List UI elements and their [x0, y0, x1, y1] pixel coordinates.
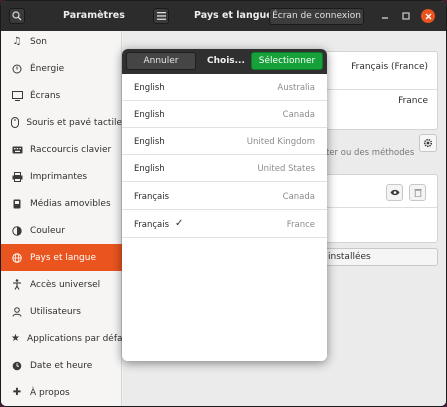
color-icon [11, 225, 23, 237]
settings-window: Paramètres Pays et langue Écran de conne… [0, 0, 447, 407]
choose-language-dialog: Annuler Chois... Sélectionner English Au… [122, 49, 327, 361]
search-icon [12, 11, 22, 21]
printer-icon [11, 171, 23, 183]
close-icon [425, 13, 431, 19]
sidebar-item-pays-et-langue[interactable]: Pays et langue [1, 244, 122, 271]
language-name: English [134, 137, 165, 147]
sidebar-item-couleur[interactable]: Couleur [1, 217, 122, 244]
language-name: English [134, 110, 165, 120]
sidebar-item-label: Souris et pavé tactile [26, 117, 122, 128]
login-screen-button[interactable]: Écran de connexion [269, 8, 364, 25]
header-bar: Paramètres Pays et langue Écran de conne… [1, 1, 446, 31]
language-name: Français [134, 220, 170, 230]
globe-icon [11, 252, 23, 264]
close-button[interactable] [421, 9, 435, 23]
select-button[interactable]: Sélectionner [251, 52, 323, 70]
sidebar-item-label: Couleur [30, 225, 65, 236]
sidebar-item-label: Écrans [30, 90, 61, 101]
installed-label: installées [328, 252, 371, 262]
sidebar-item-label: Pays et langue [30, 252, 97, 263]
language-name: English [134, 164, 165, 174]
sidebar-item-imprimantes[interactable]: Imprimantes [1, 163, 122, 190]
language-row[interactable]: English United Kingdom [122, 128, 327, 155]
language-value: Français (France) [351, 62, 428, 72]
language-row[interactable]: English United States [122, 155, 327, 182]
menu-button[interactable] [153, 8, 169, 24]
dialog-list-empty-area [122, 293, 327, 361]
dialog-title: Chois... [207, 56, 245, 66]
sidebar: ♫ Son Énergie Écrans Souris et pavé tact… [1, 28, 132, 406]
preview-layout-button[interactable] [386, 184, 403, 201]
language-region: Canada [282, 192, 315, 202]
language-row-selected[interactable]: Français ✓ France [122, 211, 327, 238]
sidebar-item-label: Utilisateurs [30, 306, 81, 317]
sidebar-item-label: À propos [30, 387, 70, 398]
mouse-icon [11, 117, 20, 129]
dialog-header: Annuler Chois... Sélectionner [122, 49, 327, 74]
eye-icon [390, 189, 399, 196]
search-button[interactable] [9, 8, 25, 24]
maximize-icon [402, 12, 410, 20]
page-title: Pays et langue [194, 10, 273, 21]
sidebar-item-label: Applications par défaut [26, 333, 132, 344]
sidebar-item-label: Accès universel [30, 279, 101, 290]
minimize-icon [382, 17, 388, 19]
sidebar-item-a-propos[interactable]: ✚ À propos [1, 379, 122, 406]
language-row[interactable]: Français Canada [122, 183, 327, 210]
gear-icon [423, 138, 433, 148]
sidebar-item-utilisateurs[interactable]: Utilisateurs [1, 298, 122, 325]
sidebar-item-ecrans[interactable]: Écrans [1, 82, 122, 109]
sidebar-item-raccourcis[interactable]: Raccourcis clavier [1, 136, 122, 163]
sidebar-item-son[interactable]: ♫ Son [1, 28, 122, 55]
language-row[interactable]: English Canada [122, 101, 327, 128]
star-icon: ★ [11, 333, 20, 344]
sidebar-item-label: Son [30, 36, 47, 47]
remove-input-button[interactable] [409, 184, 426, 201]
sidebar-item-acces-universel[interactable]: Accès universel [1, 271, 122, 298]
media-icon [11, 198, 23, 210]
language-region: United States [257, 164, 315, 174]
plus-icon: ✚ [12, 387, 22, 398]
sidebar-item-date-et-heure[interactable]: Date et heure [1, 352, 122, 379]
language-name: Français [134, 192, 170, 202]
language-region: France [286, 220, 315, 230]
sidebar-item-label: Raccourcis clavier [30, 144, 112, 155]
input-options-button[interactable] [419, 134, 437, 152]
language-row[interactable]: English Australia [122, 74, 327, 101]
sidebar-item-applications-par-defaut[interactable]: ★ Applications par défaut [1, 325, 132, 352]
trash-icon [414, 189, 421, 197]
language-region: Australia [277, 83, 315, 93]
app-title: Paramètres [63, 10, 125, 21]
input-sources-hint: ter ou des méthodes [326, 148, 415, 158]
sidebar-item-medias[interactable]: Médias amovibles [1, 190, 122, 217]
music-note-icon: ♫ [12, 36, 22, 47]
language-name: English [134, 83, 165, 93]
minimize-button[interactable] [378, 9, 392, 23]
accessibility-icon [11, 279, 23, 291]
users-icon [11, 306, 23, 318]
cancel-button[interactable]: Annuler [126, 52, 196, 70]
hamburger-icon [156, 12, 166, 20]
check-icon: ✓ [175, 218, 184, 229]
maximize-button[interactable] [399, 9, 413, 23]
sidebar-item-label: Imprimantes [30, 171, 88, 182]
language-region: United Kingdom [246, 137, 315, 147]
sidebar-item-energie[interactable]: Énergie [1, 55, 122, 82]
sidebar-item-label: Médias amovibles [30, 198, 111, 209]
power-icon [11, 63, 23, 75]
clock-icon [11, 360, 23, 372]
formats-value: France [398, 96, 428, 106]
language-region: Canada [282, 110, 315, 120]
display-icon [11, 90, 23, 102]
sidebar-item-label: Date et heure [30, 360, 93, 371]
keyboard-icon [11, 144, 23, 156]
sidebar-item-souris[interactable]: Souris et pavé tactile [1, 109, 122, 136]
sidebar-item-label: Énergie [30, 63, 65, 74]
